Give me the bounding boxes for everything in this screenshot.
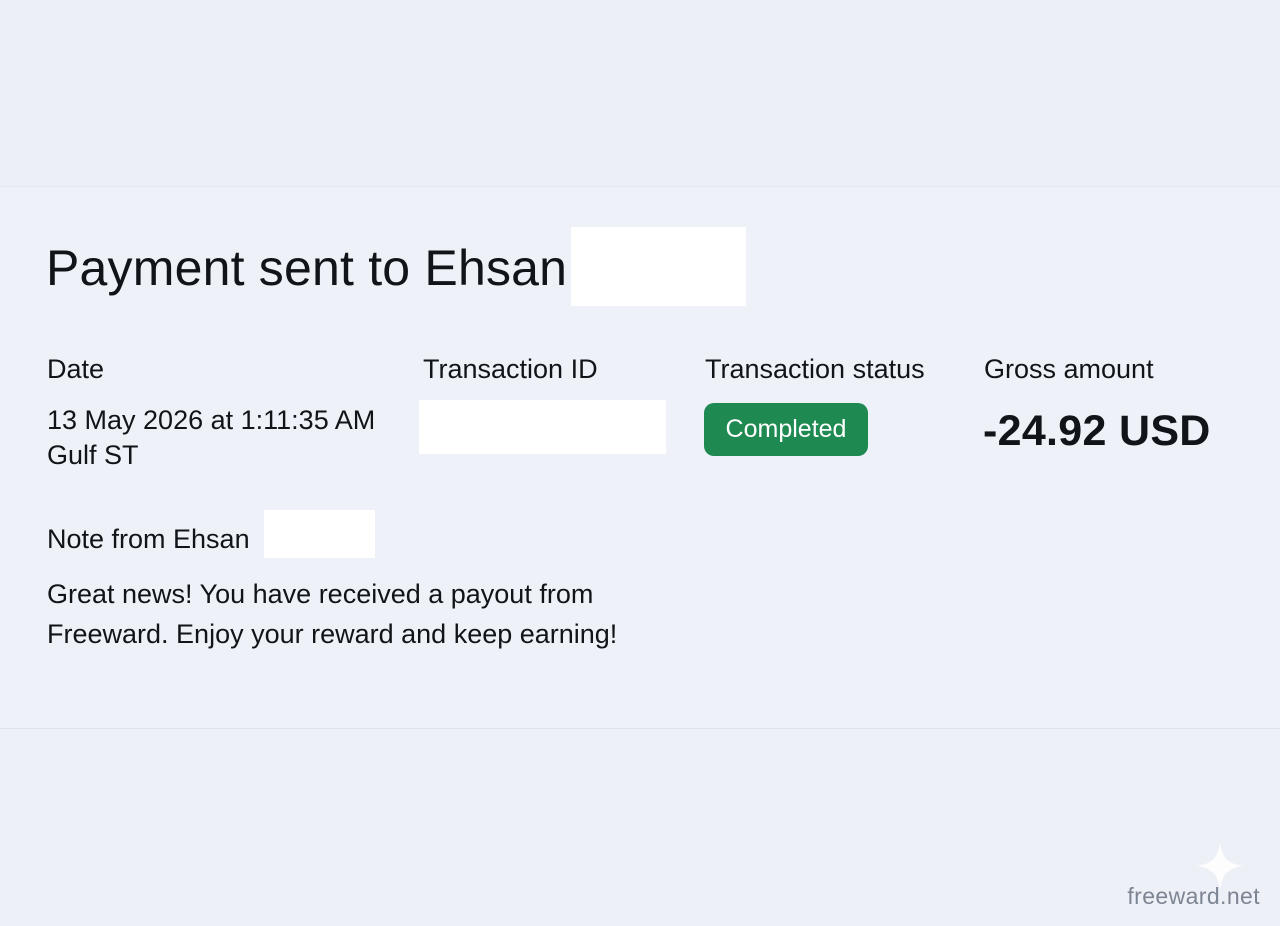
note-line: Freeward. Enjoy your reward and keep ear… (47, 619, 618, 649)
transaction-status-label: Transaction status (705, 354, 925, 384)
date-value-timezone: Gulf ST (47, 440, 139, 470)
note-body: Great news! You have received a payout f… (47, 574, 687, 654)
redacted-note-sender-name (264, 510, 375, 558)
watermark: freeward.net (1127, 883, 1260, 909)
transaction-id-label: Transaction ID (423, 354, 598, 384)
status-badge: Completed (704, 403, 868, 456)
date-value-line: 13 May 2026 at 1:11:35 AM (47, 405, 376, 435)
date-value: 13 May 2026 at 1:11:35 AM Gulf ST (47, 403, 375, 473)
redacted-recipient-name (571, 227, 746, 306)
gross-amount-label: Gross amount (984, 354, 1154, 384)
note-label: Note from Ehsan (47, 524, 250, 554)
gross-amount-value: -24.92 USD (983, 407, 1211, 455)
page-title: Payment sent to Ehsan (46, 240, 568, 296)
redacted-transaction-id (419, 400, 666, 454)
top-band (0, 0, 1280, 187)
date-label: Date (47, 354, 105, 384)
note-line: Great news! You have received a payout f… (47, 579, 594, 609)
